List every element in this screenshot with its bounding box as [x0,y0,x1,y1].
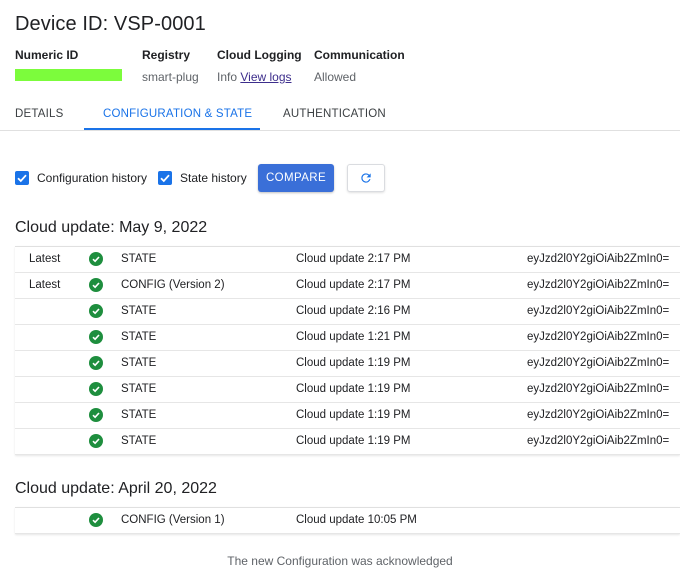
history-table: Latest STATE Cloud update 2:17 PM eyJzd2l0Y… [15,246,680,455]
entry-time: Cloud update 2:17 PM [296,279,411,291]
entry-time: Cloud update 1:19 PM [296,383,411,395]
entry-type: STATE [121,357,157,369]
checkbox-checked-icon[interactable] [158,171,172,185]
entry-time: Cloud update 1:21 PM [296,331,411,343]
entry-payload: eyJzd2l0Y2giOiAib2ZmIn0= [527,305,670,317]
numeric-id-value-redacted [15,69,122,81]
entry-time: Cloud update 2:16 PM [296,305,411,317]
table-row[interactable]: STATE Cloud update 1:19 PM eyJzd2l0Y2giOiA… [15,351,680,377]
communication-value: Allowed [314,70,357,84]
table-row[interactable]: STATE Cloud update 1:19 PM eyJzd2l0Y2giOiA… [15,403,680,429]
entry-time: Cloud update 1:19 PM [296,435,411,447]
tab-configuration-state[interactable]: CONFIGURATION & STATE [103,108,252,120]
entry-payload: eyJzd2l0Y2giOiAib2ZmIn0= [527,435,670,447]
communication-label: Communication [314,48,405,62]
active-tab-indicator [84,128,260,130]
state-history-label: State history [180,171,247,185]
page-title: Device ID: VSP-0001 [15,13,206,35]
table-row[interactable]: STATE Cloud update 1:21 PM eyJzd2l0Y2giOiA… [15,325,680,351]
entry-type: CONFIG (Version 2) [121,279,225,291]
table-row[interactable]: STATE Cloud update 2:16 PM eyJzd2l0Y2giOiA… [15,299,680,325]
table-row[interactable]: Latest CONFIG (Version 2) Cloud update 2:1… [15,273,680,299]
entry-time: Cloud update 10:05 PM [296,514,417,526]
numeric-id-label: Numeric ID [15,48,79,62]
check-circle-icon [89,278,103,292]
latest-tag: Latest [29,279,61,291]
registry-value: smart-plug [142,70,199,84]
checkbox-checked-icon[interactable] [15,171,29,185]
entry-payload: eyJzd2l0Y2giOiAib2ZmIn0= [527,357,670,369]
cloud-logging-level: Info [217,70,238,84]
entry-type: STATE [121,409,157,421]
table-row[interactable]: CONFIG (Version 1) Cloud update 10:05 PM [15,508,680,534]
entry-time: Cloud update 2:17 PM [296,253,411,265]
entry-time: Cloud update 1:19 PM [296,357,411,369]
entry-payload: eyJzd2l0Y2giOiAib2ZmIn0= [527,383,670,395]
entry-type: CONFIG (Version 1) [121,514,225,526]
check-circle-icon [89,382,103,396]
numeric-id-field: Numeric ID [15,48,122,81]
check-circle-icon [89,434,103,448]
check-circle-icon [89,330,103,344]
group-title: Cloud update: May 9, 2022 [15,219,208,236]
configuration-history-label: Configuration history [37,171,148,185]
table-row[interactable]: STATE Cloud update 1:19 PM eyJzd2l0Y2giOiA… [15,429,680,455]
check-circle-icon [89,356,103,370]
entry-payload: eyJzd2l0Y2giOiAib2ZmIn0= [527,331,670,343]
check-circle-icon [89,252,103,266]
refresh-button[interactable] [347,164,385,192]
registry-field: Registry smart-plug [142,48,199,84]
entry-type: STATE [121,435,157,447]
entry-payload: eyJzd2l0Y2giOiAib2ZmIn0= [527,409,670,421]
table-row[interactable]: Latest STATE Cloud update 2:17 PM eyJzd2l0Y… [15,247,680,273]
tab-authentication[interactable]: AUTHENTICATION [283,108,386,120]
cloud-logging-field: Cloud Logging Info View logs [217,48,302,84]
group-title: Cloud update: April 20, 2022 [15,480,217,497]
communication-field: Communication Allowed [314,48,405,84]
entry-payload: eyJzd2l0Y2giOiAib2ZmIn0= [527,253,670,265]
entry-type: STATE [121,383,157,395]
registry-label: Registry [142,48,191,62]
history-table: CONFIG (Version 1) Cloud update 10:05 PM [15,507,680,534]
check-circle-icon [89,513,103,527]
tab-bar: DETAILS CONFIGURATION & STATE AUTHENTICA… [0,98,680,131]
entry-payload: eyJzd2l0Y2giOiAib2ZmIn0= [527,279,670,291]
latest-tag: Latest [29,253,61,265]
entry-type: STATE [121,305,157,317]
configuration-history-checkbox[interactable]: Configuration history [15,171,147,185]
cloud-logging-value: Info View logs [217,70,302,84]
check-circle-icon [89,408,103,422]
compare-button[interactable]: COMPARE [258,164,334,192]
entry-type: STATE [121,253,157,265]
check-circle-icon [89,304,103,318]
tab-details[interactable]: DETAILS [15,108,63,120]
cloud-logging-label: Cloud Logging [217,48,302,62]
entry-time: Cloud update 1:19 PM [296,409,411,421]
entry-type: STATE [121,331,157,343]
state-history-checkbox[interactable]: State history [158,171,247,185]
refresh-icon [361,173,371,183]
view-logs-link[interactable]: View logs [240,70,291,84]
acknowledged-note: The new Configuration was acknowledged [227,554,453,568]
table-row[interactable]: STATE Cloud update 1:19 PM eyJzd2l0Y2giOiA… [15,377,680,403]
